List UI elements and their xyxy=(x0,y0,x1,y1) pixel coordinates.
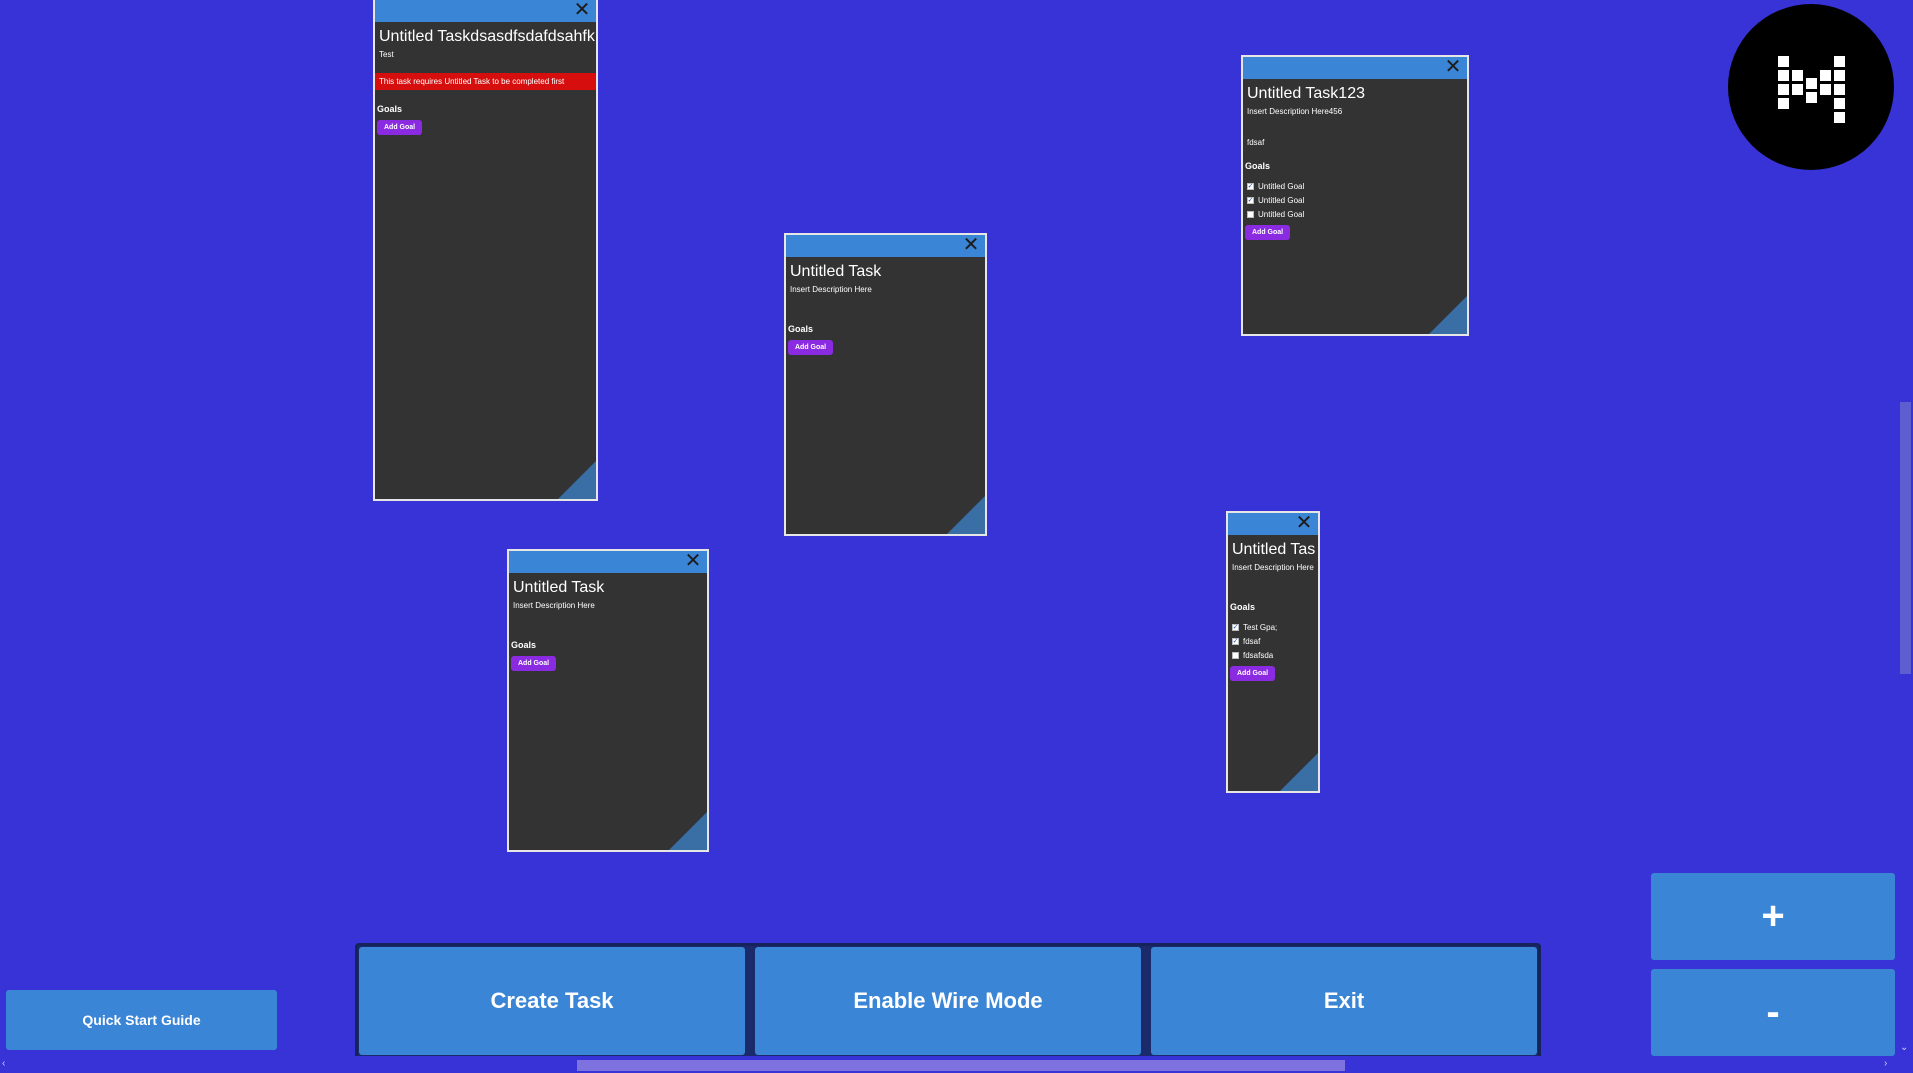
goal-item[interactable]: ✓ fdsaf xyxy=(1232,634,1314,648)
logo-mark-icon xyxy=(1778,56,1845,123)
task-card[interactable]: ✕ Untitled Task Insert Description Here … xyxy=(784,233,987,536)
task-card[interactable]: ✕ Untitled Task Insert Description Here … xyxy=(507,549,709,852)
goal-list: ✓ Test Gpa; ✓ fdsaf fdsafsda xyxy=(1228,612,1318,662)
task-card-header[interactable]: ✕ xyxy=(786,235,985,257)
add-goal-button[interactable]: Add Goal xyxy=(1245,225,1291,240)
task-card-header[interactable]: ✕ xyxy=(1228,513,1318,535)
dependency-warning: This task requires Untitled Task to be c… xyxy=(375,73,596,90)
goals-heading: Goals xyxy=(1230,602,1256,612)
zoom-out-button[interactable]: - xyxy=(1651,969,1895,1056)
task-description[interactable]: Insert Description Here xyxy=(509,597,707,610)
horizontal-scrollbar-thumb[interactable] xyxy=(577,1060,1345,1071)
add-goal-button[interactable]: Add Goal xyxy=(788,340,834,355)
create-task-button[interactable]: Create Task xyxy=(359,947,745,1055)
goals-heading: Goals xyxy=(788,324,814,334)
task-title[interactable]: Untitled Task xyxy=(786,257,985,281)
goal-item[interactable]: ✓ Untitled Goal xyxy=(1247,179,1463,193)
app-logo xyxy=(1728,4,1894,170)
goals-heading: Goals xyxy=(1245,161,1271,171)
goal-label: Untitled Goal xyxy=(1258,181,1305,191)
add-goal-button[interactable]: Add Goal xyxy=(377,120,423,135)
vertical-scrollbar-thumb[interactable] xyxy=(1900,402,1911,674)
goal-label: Untitled Goal xyxy=(1258,209,1305,219)
close-icon[interactable]: ✕ xyxy=(683,551,703,572)
goal-checkbox[interactable]: ✓ xyxy=(1232,637,1239,645)
close-icon[interactable]: ✕ xyxy=(1443,57,1463,78)
task-title[interactable]: Untitled Task xyxy=(509,573,707,597)
goal-list: ✓ Untitled Goal ✓ Untitled Goal Untitled… xyxy=(1243,171,1467,221)
goal-label: fdsafsda xyxy=(1243,650,1274,660)
task-extra-text: fdsaf xyxy=(1247,138,1265,147)
goals-heading: Goals xyxy=(377,104,403,114)
resize-handle[interactable] xyxy=(947,496,985,534)
close-icon[interactable]: ✕ xyxy=(572,0,592,21)
scroll-right-icon[interactable]: › xyxy=(1884,1058,1887,1069)
add-goal-button[interactable]: Add Goal xyxy=(511,656,557,671)
zoom-in-button[interactable]: + xyxy=(1651,873,1895,960)
goal-label: Untitled Goal xyxy=(1258,195,1305,205)
task-description[interactable]: Test xyxy=(375,46,596,59)
task-card[interactable]: ✕ Untitled Task123 Insert Description He… xyxy=(1241,55,1469,336)
add-goal-button[interactable]: Add Goal xyxy=(1230,666,1276,681)
close-icon[interactable]: ✕ xyxy=(961,235,981,256)
goal-checkbox[interactable]: ✓ xyxy=(1247,182,1254,190)
goal-checkbox[interactable]: ✓ xyxy=(1232,623,1239,631)
task-description[interactable]: Insert Description Here xyxy=(1228,559,1318,572)
task-card[interactable]: ✕ Untitled Taskdsasdfsdafdsahfk Test Thi… xyxy=(373,0,598,501)
resize-handle[interactable] xyxy=(1280,753,1318,791)
horizontal-scrollbar[interactable]: ‹ › xyxy=(0,1056,1896,1073)
goal-label: fdsaf xyxy=(1243,636,1261,646)
goal-checkbox[interactable]: ✓ xyxy=(1247,196,1254,204)
goals-heading: Goals xyxy=(511,640,537,650)
task-card[interactable]: ✕ Untitled Tas Insert Description Here G… xyxy=(1226,511,1320,793)
task-title[interactable]: Untitled Taskdsasdfsdafdsahfk xyxy=(375,22,596,46)
task-title[interactable]: Untitled Tas xyxy=(1228,535,1318,559)
goal-item[interactable]: fdsafsda xyxy=(1232,648,1314,662)
task-card-header[interactable]: ✕ xyxy=(1243,57,1467,79)
goal-item[interactable]: ✓ Untitled Goal xyxy=(1247,193,1463,207)
exit-button[interactable]: Exit xyxy=(1151,947,1537,1055)
task-description[interactable]: Insert Description Here456 xyxy=(1243,103,1467,116)
vertical-scrollbar[interactable]: ⌄ xyxy=(1896,0,1913,1056)
task-description[interactable]: Insert Description Here xyxy=(786,281,985,294)
scroll-left-icon[interactable]: ‹ xyxy=(2,1058,5,1069)
scroll-down-icon[interactable]: ⌄ xyxy=(1900,1042,1908,1053)
quick-start-guide-button[interactable]: Quick Start Guide xyxy=(6,990,277,1050)
task-card-header[interactable]: ✕ xyxy=(509,551,707,573)
goal-item[interactable]: Untitled Goal xyxy=(1247,207,1463,221)
close-icon[interactable]: ✕ xyxy=(1294,513,1314,534)
resize-handle[interactable] xyxy=(558,461,596,499)
goal-item[interactable]: ✓ Test Gpa; xyxy=(1232,620,1314,634)
task-title[interactable]: Untitled Task123 xyxy=(1243,79,1467,103)
resize-handle[interactable] xyxy=(1429,296,1467,334)
goal-checkbox[interactable] xyxy=(1232,651,1239,659)
goal-label: Test Gpa; xyxy=(1243,622,1278,632)
task-card-header[interactable]: ✕ xyxy=(375,0,596,22)
task-canvas[interactable]: ✕ Untitled Taskdsasdfsdafdsahfk Test Thi… xyxy=(0,0,1896,1056)
enable-wire-mode-button[interactable]: Enable Wire Mode xyxy=(755,947,1141,1055)
goal-checkbox[interactable] xyxy=(1247,210,1254,218)
resize-handle[interactable] xyxy=(669,812,707,850)
